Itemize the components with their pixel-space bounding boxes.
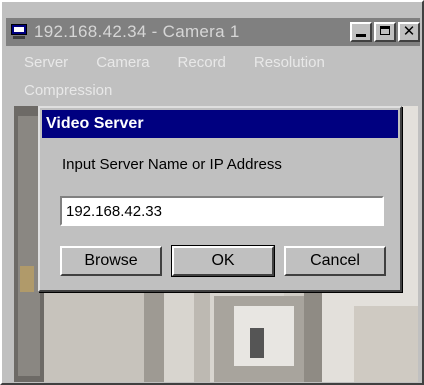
- ok-button[interactable]: OK: [171, 245, 275, 277]
- minimize-icon: [356, 34, 366, 37]
- menu-resolution[interactable]: Resolution: [236, 54, 335, 71]
- close-button[interactable]: ✕: [398, 22, 420, 42]
- ok-button-label: OK: [211, 252, 235, 269]
- server-address-input[interactable]: [60, 196, 384, 226]
- dialog-title[interactable]: Video Server: [42, 110, 398, 138]
- dialog-buttons: Browse OK Cancel: [60, 245, 386, 277]
- browse-button[interactable]: Browse: [60, 246, 162, 276]
- maximize-icon: [380, 26, 390, 35]
- video-server-dialog: Video Server Input Server Name or IP Add…: [38, 106, 402, 292]
- menu-compression[interactable]: Compression: [6, 82, 122, 99]
- cancel-button[interactable]: Cancel: [284, 246, 386, 276]
- maximize-button[interactable]: [374, 22, 396, 42]
- menu-server[interactable]: Server: [6, 54, 78, 71]
- close-icon: ✕: [402, 22, 416, 40]
- window-controls: ✕: [350, 22, 420, 42]
- window-title: 192.168.42.34 - Camera 1: [34, 22, 240, 41]
- window-titlebar[interactable]: 192.168.42.34 - Camera 1 ✕: [6, 18, 420, 46]
- dialog-prompt: Input Server Name or IP Address: [62, 156, 282, 173]
- menu-bar: Server Camera Record Resolution Compress…: [6, 48, 420, 106]
- minimize-button[interactable]: [350, 22, 372, 42]
- computer-icon: [10, 24, 28, 40]
- camera-window: 192.168.42.34 - Camera 1 ✕ Server Camera…: [0, 0, 424, 385]
- menu-record[interactable]: Record: [160, 54, 236, 71]
- menu-camera[interactable]: Camera: [78, 54, 159, 71]
